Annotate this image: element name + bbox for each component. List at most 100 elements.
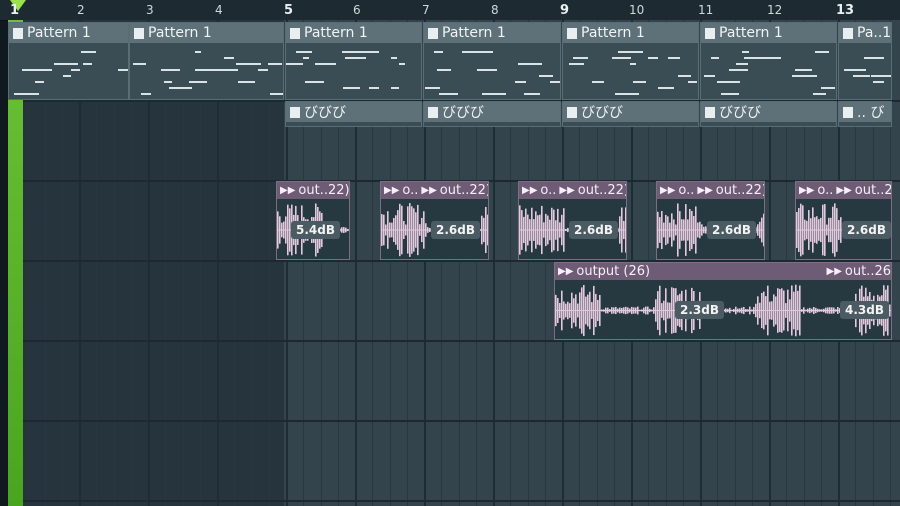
pattern-clip[interactable]: Pattern 1 [129, 22, 284, 100]
note-block [704, 75, 715, 77]
waveform-sample [741, 307, 743, 314]
waveform-sample [391, 222, 393, 238]
waveform-sample [697, 222, 699, 238]
bar-number: 6 [353, 3, 361, 17]
note-block [711, 57, 719, 59]
pattern-clip[interactable]: Pattern 1 [8, 22, 129, 100]
waveform-sample [551, 207, 553, 253]
note-block [189, 81, 207, 83]
waveform-sample [607, 307, 609, 314]
waveform-sample [725, 308, 727, 313]
automation-clip[interactable]: .. び [838, 101, 892, 127]
waveform-sample [813, 306, 815, 315]
waveform-sample [631, 306, 633, 315]
note-block [615, 93, 632, 95]
pattern-notes [839, 43, 891, 99]
waveform-sample [641, 309, 643, 312]
waveform-sample [591, 302, 593, 319]
waveform-sample [665, 288, 667, 333]
automation-clip[interactable]: びびび [700, 101, 837, 127]
waveform-sample [543, 222, 545, 238]
pattern-clip-label: Pattern 1 [581, 25, 645, 41]
waveform-sample [731, 309, 733, 312]
note-block [844, 69, 866, 71]
waveform-sample [651, 309, 653, 312]
waveform-sample [810, 218, 812, 242]
audio-clip-icon: ▶▶ [826, 266, 842, 277]
waveform-sample [761, 217, 763, 243]
audio-clip[interactable]: ▶▶ o.. ▶▶ out..22) 2.6dB [518, 181, 627, 260]
waveform-sample [785, 303, 787, 318]
note-block [592, 81, 604, 83]
pattern-icon [288, 106, 300, 118]
waveform-sample [349, 229, 350, 231]
waveform-sample [685, 204, 687, 256]
audio-clip[interactable]: ▶▶ output (26) ▶▶ out..26 2.3dB 4.3dB [554, 262, 892, 340]
note-block [303, 57, 309, 59]
note-block [268, 63, 282, 65]
waveform-sample [677, 203, 679, 257]
waveform-sample [407, 206, 409, 254]
note-block [69, 63, 78, 65]
waveform-sample [621, 307, 623, 314]
note-block [477, 69, 497, 71]
waveform-sample [659, 217, 661, 243]
waveform-sample [828, 217, 830, 243]
waveform-sample [535, 211, 537, 249]
note-block [524, 93, 540, 95]
waveform-sample [695, 206, 697, 254]
audio-clip[interactable]: ▶▶o..▶▶out..22 2.6dB [795, 181, 892, 260]
waveform-sample [773, 294, 775, 327]
waveform-sample [487, 214, 488, 246]
waveform-sample [397, 210, 399, 250]
waveform-sample [281, 222, 283, 238]
automation-clip[interactable]: びびび [423, 101, 561, 127]
bar-number: 5 [284, 3, 294, 18]
waveform-sample [783, 290, 785, 331]
waveform-sample [817, 308, 819, 313]
waveform-sample [559, 222, 561, 238]
audio-clip[interactable]: ▶▶ o.. ▶▶ out..22) 2.6dB [656, 181, 765, 260]
bar-number: 11 [698, 3, 714, 17]
waveform-sample [341, 227, 343, 233]
note-block [633, 81, 646, 83]
waveform-sample [825, 307, 827, 314]
pattern-clip[interactable]: Pattern 1 [285, 22, 422, 100]
note-block [742, 51, 749, 53]
note-block [343, 87, 360, 89]
waveform-sample [733, 308, 735, 313]
audio-clip-icon: ▶▶ [836, 185, 852, 196]
pattern-clip[interactable]: Pattern 1 [562, 22, 699, 100]
pattern-clip[interactable]: Pa..1 [838, 22, 892, 100]
waveform-sample [609, 309, 611, 312]
waveform-sample [637, 306, 639, 315]
waveform-sample [615, 306, 617, 315]
pattern-clip[interactable]: Pattern 1 [700, 22, 837, 100]
automation-clip[interactable]: びびび [562, 101, 699, 127]
note-block [296, 51, 312, 53]
waveform-sample [425, 223, 427, 237]
pattern-clip[interactable]: Pattern 1 [423, 22, 561, 100]
audio-clip[interactable]: ▶▶ out..22) 5.4dB [276, 181, 350, 260]
waveform-sample [545, 213, 547, 247]
volume-readout: 2.6dB [431, 221, 480, 239]
waveform-sample [795, 284, 797, 337]
waveform-sample [833, 307, 835, 314]
bar-number: 4 [215, 3, 223, 17]
waveform-sample [800, 203, 802, 257]
waveform-sample [557, 297, 559, 324]
waveform-sample [613, 307, 615, 314]
waveform-sample [393, 218, 395, 242]
note-block [81, 51, 96, 53]
waveform-sample [820, 217, 822, 243]
waveform-sample [603, 309, 605, 312]
audio-clip-short-label: o.. [540, 183, 557, 198]
waveform-sample [761, 292, 763, 329]
waveform-sample [834, 203, 836, 257]
waveform-sample [401, 205, 403, 255]
automation-clip[interactable]: びびび [285, 101, 422, 127]
waveform-sample [759, 221, 761, 239]
audio-clip[interactable]: ▶▶ o.. ▶▶ out..22) 2.6dB [380, 181, 489, 260]
timeline-ruler[interactable]: 1 2 3 4 5 6 7 8 9 10 11 12 13 [0, 0, 900, 21]
waveform-sample [549, 219, 551, 241]
